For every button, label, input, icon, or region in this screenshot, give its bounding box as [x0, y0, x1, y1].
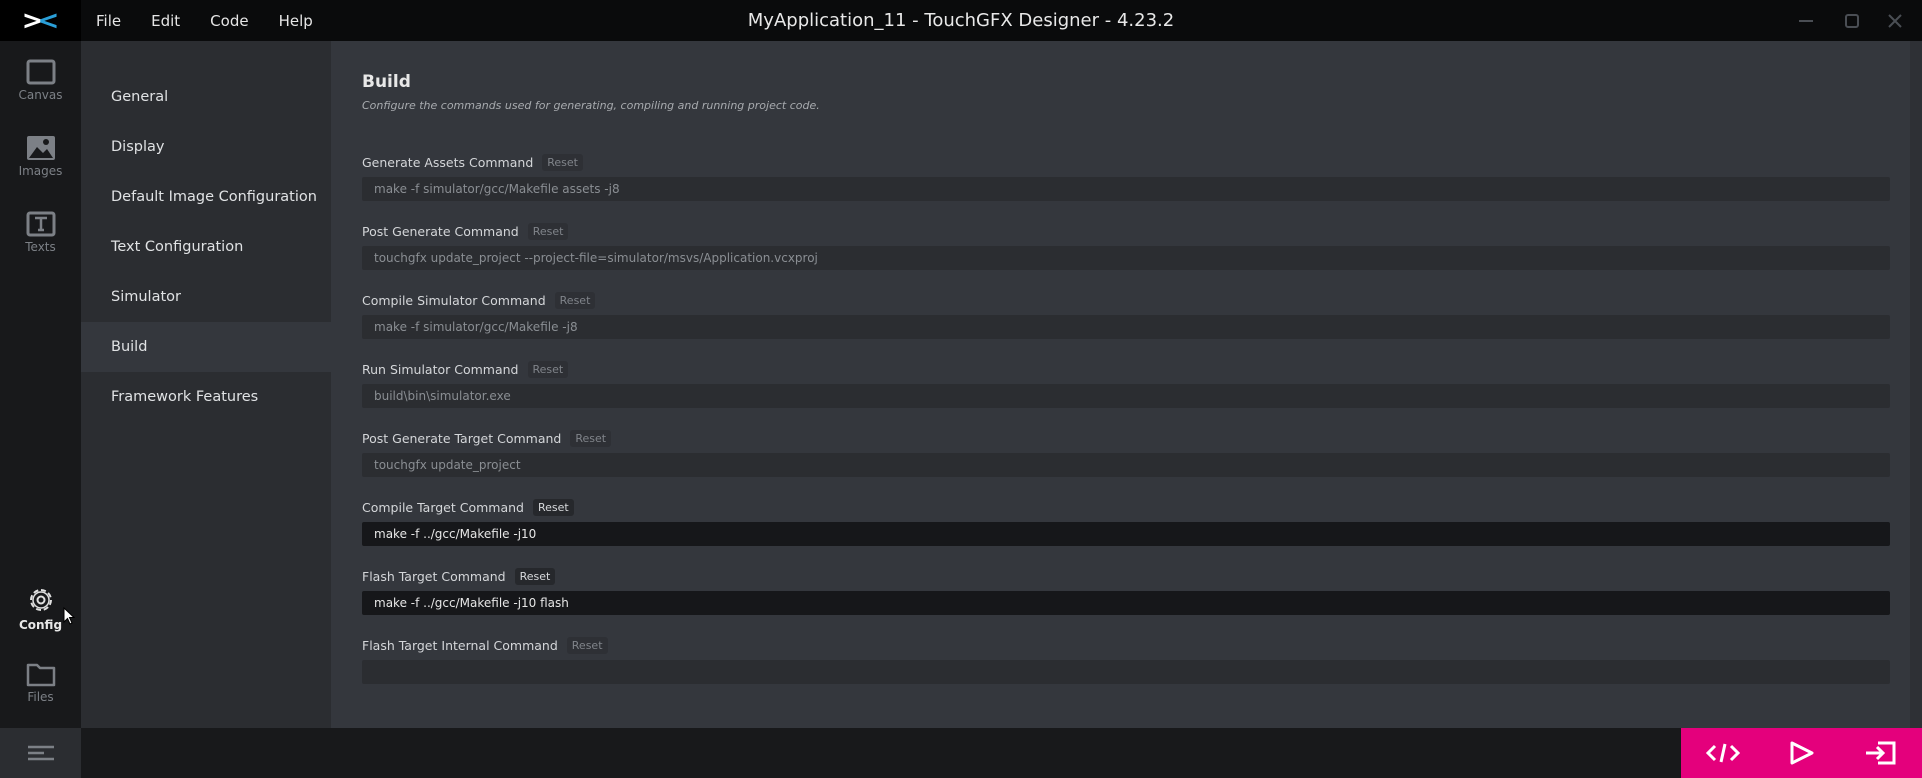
nav-general[interactable]: General — [81, 72, 331, 122]
field-label: Post Generate Command — [362, 224, 519, 239]
hamburger-menu-icon[interactable] — [0, 728, 81, 778]
menu-file[interactable]: File — [81, 12, 136, 30]
command-input[interactable]: build\bin\simulator.exe — [362, 384, 1890, 408]
field-label: Post Generate Target Command — [362, 431, 562, 446]
reset-button[interactable]: Reset — [542, 154, 583, 171]
page-subtitle: Configure the commands used for generati… — [362, 99, 820, 112]
command-input[interactable]: make -f ../gcc/Makefile -j10 flash — [362, 591, 1890, 615]
rail-canvas[interactable]: Canvas — [0, 51, 81, 121]
reset-button[interactable]: Reset — [554, 292, 596, 309]
menu-edit[interactable]: Edit — [136, 12, 195, 30]
reset-button[interactable]: Reset — [570, 430, 612, 447]
maximize-icon[interactable] — [1839, 8, 1865, 34]
command-input[interactable]: touchgfx update_project --project-file=s… — [362, 246, 1890, 270]
reset-button[interactable]: Reset — [566, 637, 608, 654]
command-field: Post Generate Command Reset touchgfx updat… — [362, 221, 1890, 270]
minimize-icon[interactable] — [1793, 8, 1819, 34]
command-field: Run Simulator Command Reset build\bin\simu… — [362, 359, 1890, 408]
image-icon — [26, 136, 55, 160]
command-field: Compile Simulator Command Reset make -f si… — [362, 290, 1890, 339]
folder-icon — [26, 663, 55, 687]
command-input[interactable] — [362, 660, 1890, 684]
scrollbar[interactable] — [1910, 41, 1922, 728]
rail-files[interactable]: Files — [0, 653, 81, 723]
mouse-cursor-icon — [63, 607, 75, 625]
nav-default-image-configuration[interactable]: Default Image Configuration — [81, 172, 331, 222]
command-field: Flash Target Internal Command Reset — [362, 635, 1890, 684]
page-title: Build — [362, 72, 411, 92]
canvas-icon — [26, 59, 55, 85]
nav-text-configuration[interactable]: Text Configuration — [81, 222, 331, 272]
field-label: Compile Target Command — [362, 500, 524, 515]
command-input[interactable]: make -f ../gcc/Makefile -j10 — [362, 522, 1890, 546]
bottom-bar — [0, 728, 1922, 778]
title-bar: > < File Edit Code Help MyApplication_11 … — [0, 0, 1922, 41]
reset-button[interactable]: Reset — [514, 568, 556, 585]
text-icon — [26, 211, 55, 237]
nav-framework-features[interactable]: Framework Features — [81, 372, 331, 422]
touchgfx-logo: > < — [0, 0, 81, 41]
command-field: Compile Target Command Reset make -f ../gc… — [362, 497, 1890, 546]
reset-button[interactable]: Reset — [527, 223, 569, 240]
menu-help[interactable]: Help — [264, 12, 328, 30]
command-input[interactable]: touchgfx update_project — [362, 453, 1890, 477]
command-field: Post Generate Target Command Reset touchgf… — [362, 428, 1890, 477]
flash-target-icon[interactable] — [1865, 740, 1897, 766]
reset-button[interactable]: Reset — [533, 499, 574, 516]
reset-button[interactable]: Reset — [527, 361, 569, 378]
rail-texts[interactable]: Texts — [0, 203, 81, 273]
nav-build[interactable]: Build — [81, 322, 331, 372]
settings-nav: General Display Default Image Configurat… — [81, 41, 331, 728]
nav-simulator[interactable]: Simulator — [81, 272, 331, 322]
menu-code[interactable]: Code — [195, 12, 263, 30]
field-label: Flash Target Internal Command — [362, 638, 558, 653]
rail-images[interactable]: Images — [0, 127, 81, 197]
field-label: Generate Assets Command — [362, 155, 534, 170]
menu-bar: File Edit Code Help — [81, 0, 328, 41]
nav-display[interactable]: Display — [81, 122, 331, 172]
build-settings: Build Configure the commands used for ge… — [331, 41, 1910, 728]
command-field: Generate Assets Command Reset make -f simu… — [362, 152, 1890, 201]
command-input[interactable]: make -f simulator/gcc/Makefile assets -j… — [362, 177, 1890, 201]
generate-code-icon[interactable] — [1705, 741, 1740, 765]
command-field: Flash Target Command Reset make -f ../gcc/… — [362, 566, 1890, 615]
field-label: Run Simulator Command — [362, 362, 519, 377]
field-label: Compile Simulator Command — [362, 293, 546, 308]
command-input[interactable]: make -f simulator/gcc/Makefile -j8 — [362, 315, 1890, 339]
close-icon[interactable] — [1882, 8, 1908, 34]
action-bar — [1681, 728, 1922, 778]
field-label: Flash Target Command — [362, 569, 506, 584]
gear-icon — [29, 589, 52, 611]
run-simulator-icon[interactable] — [1789, 740, 1815, 766]
